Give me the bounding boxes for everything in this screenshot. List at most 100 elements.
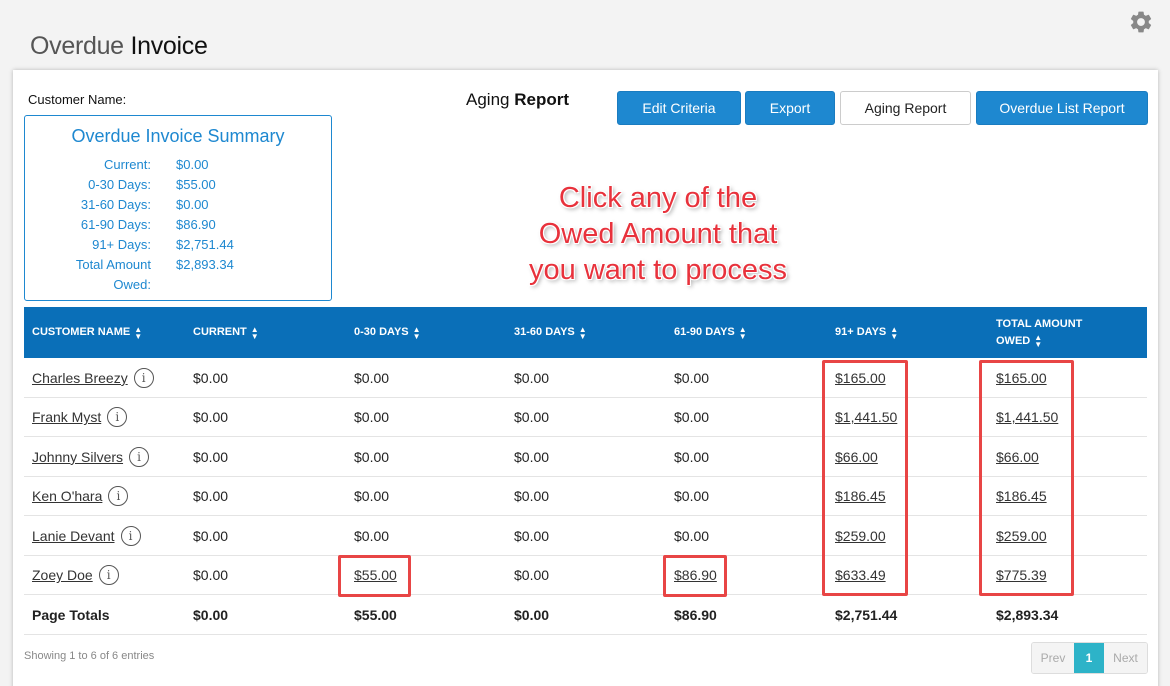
amount-value: $0.00 <box>674 527 710 544</box>
info-icon[interactable]: i <box>98 565 119 586</box>
amount-cell: $0.00 <box>354 437 389 477</box>
highlight-total-owed-column <box>979 360 1074 596</box>
summary-row: Total Amount $2,893.34 <box>25 257 331 277</box>
col-91-plus-days[interactable]: 91+ DAYS ▲ ▼ <box>835 307 898 358</box>
summary-row-value: $0.00 <box>176 197 209 212</box>
amount-cell: $0.00 <box>514 477 549 517</box>
amount-cell: $0.00 <box>193 437 228 477</box>
info-icon[interactable]: i <box>120 525 141 546</box>
amount-cell: $0.00 <box>514 358 549 398</box>
summary-row: 31-60 Days: $0.00 <box>25 197 331 217</box>
customer-name-link[interactable]: Lanie Devant <box>32 528 115 544</box>
amount-value: $0.00 <box>354 488 390 505</box>
amount-cell: $0.00 <box>193 516 228 556</box>
amount-cell: $0.00 <box>514 556 549 596</box>
total-value: $0.00 <box>193 606 229 623</box>
summary-row: 61-90 Days: $86.90 <box>25 217 331 237</box>
amount-value: $0.00 <box>354 409 390 426</box>
amount-value: $0.00 <box>354 369 390 386</box>
col-customer-name-label: CUSTOMER NAME <box>32 326 131 338</box>
highlight-zoey-61-90 <box>663 555 727 597</box>
col-customer-name[interactable]: CUSTOMER NAME ▲ ▼ <box>32 307 142 358</box>
col-31-60-days[interactable]: 31-60 DAYS ▲ ▼ <box>514 307 587 358</box>
annotation-line-3: you want to process <box>529 254 787 286</box>
customer-name-link[interactable]: Frank Myst <box>32 409 101 425</box>
amount-value: $0.00 <box>514 448 550 465</box>
amount-cell: $0.00 <box>354 477 389 517</box>
col-0-30-label: 0-30 DAYS <box>354 326 409 338</box>
amount-cell: $0.00 <box>674 358 709 398</box>
info-icon[interactable]: i <box>107 407 128 428</box>
summary-row-value: $0.00 <box>176 157 209 172</box>
col-61-90-days[interactable]: 61-90 DAYS ▲ ▼ <box>674 307 747 358</box>
col-0-30-days[interactable]: 0-30 DAYS ▲ ▼ <box>354 307 421 358</box>
total-cell: $55.00 <box>354 595 397 635</box>
amount-value: $0.00 <box>193 567 229 584</box>
pagination: Prev 1 Next <box>1031 642 1148 674</box>
summary-row-label: Owed: <box>113 277 151 292</box>
summary-row: 0-30 Days: $55.00 <box>25 177 331 197</box>
overdue-list-report-button[interactable]: Overdue List Report <box>976 91 1148 125</box>
page-1-button[interactable]: 1 <box>1074 643 1104 673</box>
total-cell: $0.00 <box>514 595 549 635</box>
amount-value: $0.00 <box>514 488 550 505</box>
export-button[interactable]: Export <box>745 91 835 125</box>
customer-name-link[interactable]: Zoey Doe <box>32 567 93 583</box>
amount-value: $0.00 <box>193 369 229 386</box>
amount-value: $0.00 <box>674 488 710 505</box>
next-page-button[interactable]: Next <box>1104 643 1147 673</box>
customer-cell: Frank Myst i <box>32 398 128 438</box>
col-owed-label: OWED <box>996 334 1031 347</box>
amount-value: $0.00 <box>354 448 390 465</box>
col-91-plus-label: 91+ DAYS <box>835 326 887 338</box>
entries-info: Showing 1 to 6 of 6 entries <box>24 650 155 662</box>
customer-cell: Charles Breezy i <box>32 358 154 398</box>
amount-value: $0.00 <box>193 527 229 544</box>
info-icon[interactable]: i <box>129 446 150 467</box>
summary-row-label: Total Amount <box>75 257 151 272</box>
total-value: $2,893.34 <box>996 606 1059 623</box>
summary-row-label: Current: <box>104 157 151 172</box>
customer-cell: Lanie Devant i <box>32 516 141 556</box>
total-value: $0.00 <box>514 606 550 623</box>
info-icon[interactable]: i <box>108 486 129 507</box>
annotation-line-1: Click any of the <box>558 182 758 214</box>
customer-name-link[interactable]: Johnny Silvers <box>32 449 123 465</box>
customer-cell: Ken O'hara i <box>32 477 129 517</box>
amount-cell: $0.00 <box>193 358 228 398</box>
col-current[interactable]: CURRENT ▲ ▼ <box>193 307 259 358</box>
amount-cell: $0.00 <box>674 437 709 477</box>
summary-row-value: $2,751.44 <box>176 237 234 252</box>
gear-icon[interactable] <box>1128 9 1154 35</box>
total-cell: $2,751.44 <box>835 595 897 635</box>
edit-criteria-button[interactable]: Edit Criteria <box>617 91 741 125</box>
info-icon[interactable]: i <box>133 367 154 388</box>
amount-cell: $0.00 <box>514 398 549 438</box>
prev-page-button[interactable]: Prev <box>1032 643 1074 673</box>
summary-row: Current: $0.00 <box>25 157 331 177</box>
page-title-bold: Invoice <box>130 32 208 60</box>
col-total-amount-owed[interactable]: TOTAL AMOUNT OWED ▲ ▼ <box>996 307 1082 358</box>
page-title-light: Overdue <box>30 32 124 60</box>
total-value: $2,751.44 <box>835 606 898 623</box>
col-31-60-label: 31-60 DAYS <box>514 326 575 338</box>
highlight-zoey-0-30 <box>338 555 411 597</box>
customer-name-label: Customer Name: <box>28 92 127 107</box>
total-cell: $86.90 <box>674 595 717 635</box>
amount-value: $0.00 <box>674 369 710 386</box>
aging-report-button[interactable]: Aging Report <box>840 91 971 125</box>
summary-row-label: 0-30 Days: <box>88 177 151 192</box>
sort-icon: ▲ ▼ <box>412 324 421 341</box>
amount-value: $0.00 <box>514 369 550 386</box>
overdue-summary-box: Overdue Invoice Summary Current: $0.00 0-3… <box>24 115 332 301</box>
customer-name-link[interactable]: Charles Breezy <box>32 370 128 386</box>
summary-row-value: $86.90 <box>176 217 216 232</box>
amount-value: $0.00 <box>193 448 229 465</box>
summary-row-label: 61-90 Days: <box>80 217 151 232</box>
amount-value: $0.00 <box>514 409 550 426</box>
report-heading-light: Aging <box>466 90 510 109</box>
customer-name-link[interactable]: Ken O'hara <box>32 488 102 504</box>
sort-icon: ▲ ▼ <box>578 324 587 341</box>
sort-icon: ▲ ▼ <box>890 324 899 341</box>
amount-cell: $0.00 <box>674 477 709 517</box>
